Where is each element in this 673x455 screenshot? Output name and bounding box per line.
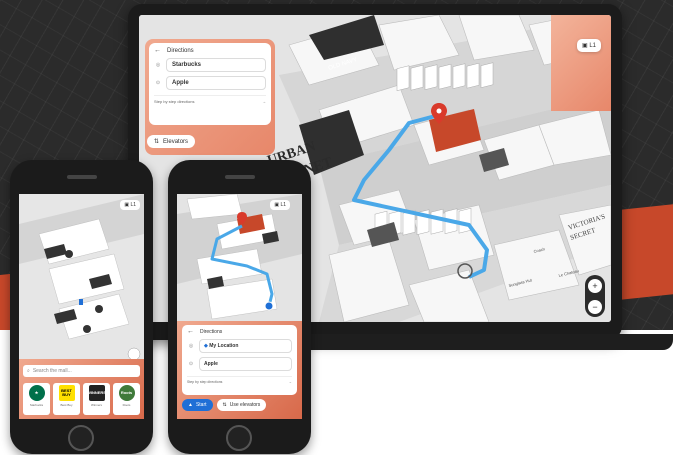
layers-icon: ▣ [581, 43, 588, 49]
zoom-in-button[interactable]: + [588, 278, 602, 293]
my-location-dot [264, 301, 274, 311]
store-caption: Roots [122, 403, 131, 407]
level-label: L1 [589, 43, 596, 49]
elevators-button[interactable]: ⇅ Elevators [147, 135, 196, 148]
origin-input[interactable]: ◆ My Location [199, 339, 292, 353]
store-caption: Best Buy [60, 403, 73, 407]
back-arrow-icon[interactable]: ← [154, 47, 161, 54]
home-button[interactable] [68, 425, 94, 451]
origin-dot-icon: ◎ [155, 62, 161, 68]
phone-right-frame: ▣ L1 ← Directions ◎ ◆ My Location ⊙ Appl… [168, 160, 311, 454]
phone-left-screen: ▣ L1 ⌕ Search the mall... ★ Starbucks BE… [19, 194, 144, 419]
directions-title: Directions [167, 47, 194, 54]
featured-store-card[interactable]: ★ Starbucks [23, 383, 50, 415]
best-buy-logo: BEST BUY [58, 385, 75, 401]
phone-left-level-button[interactable]: ▣ L1 [120, 200, 140, 210]
back-arrow-icon[interactable]: ← [187, 328, 194, 335]
starbucks-logo: ★ [28, 385, 45, 401]
origin-input[interactable]: Starbucks [166, 58, 266, 72]
level-label: L1 [130, 202, 136, 208]
search-input[interactable]: ⌕ Search the mall... [23, 365, 140, 377]
phone-right-screen: ▣ L1 ← Directions ◎ ◆ My Location ⊙ Appl… [177, 194, 302, 419]
store-caption: Winners [90, 403, 102, 407]
phone-right-level-button[interactable]: ▣ L1 [270, 200, 290, 210]
chevron-right-icon: → [288, 380, 293, 384]
destination-dot-icon: ⊙ [155, 80, 161, 86]
winners-logo: WINNERS [87, 385, 106, 401]
phone-speaker [225, 175, 255, 179]
start-button[interactable]: ▲ Start [182, 399, 213, 411]
featured-store-card[interactable]: BEST BUY Best Buy [53, 383, 80, 415]
directions-title: Directions [200, 328, 223, 335]
destination-dot-icon: ⊙ [188, 361, 194, 367]
destination-input[interactable]: Apple [166, 76, 266, 90]
phone-left-frame: ▣ L1 ⌕ Search the mall... ★ Starbucks BE… [10, 160, 153, 454]
step-by-step-label: Step by step directions [187, 380, 223, 384]
zoom-controls: + − [585, 275, 605, 317]
laptop-directions-card: ← Directions ◎ Starbucks ⊙ Apple Step by… [149, 43, 271, 125]
my-location-icon: ◆ [204, 343, 208, 349]
laptop-map-accent [551, 15, 611, 111]
store-caption: Starbucks [29, 403, 44, 407]
featured-store-card[interactable]: Roots Roots [113, 383, 140, 415]
layers-icon: ▣ [124, 202, 130, 208]
laptop-base [270, 334, 673, 350]
search-icon: ⌕ [27, 368, 30, 374]
use-elevators-button[interactable]: ⇅ Use elevators [216, 399, 267, 411]
level-selector-button[interactable]: ▣ L1 [576, 39, 601, 52]
featured-stores: ★ Starbucks BEST BUY Best Buy WINNERS Wi… [23, 383, 140, 415]
origin-dot-icon: ◎ [188, 343, 194, 349]
chevron-right-icon: → [262, 99, 266, 104]
zoom-out-button[interactable]: − [588, 299, 602, 314]
phone-right-directions-card: ← Directions ◎ ◆ My Location ⊙ Apple Ste… [182, 325, 297, 395]
home-button[interactable] [226, 425, 252, 451]
elevators-label: Elevators [163, 138, 189, 145]
laptop-directions-panel: ← Directions ◎ Starbucks ⊙ Apple Step by… [145, 39, 275, 155]
layers-icon: ▣ [274, 202, 280, 208]
use-elevators-label: Use elevators [229, 402, 261, 408]
roots-logo: Roots [118, 385, 135, 401]
elevator-icon: ⇅ [154, 139, 160, 145]
elevator-icon: ⇅ [222, 402, 227, 408]
phone-right-actions: ▲ Start ⇅ Use elevators [182, 399, 267, 411]
step-by-step-directions-link[interactable]: Step by step directions → [154, 95, 266, 104]
phone-speaker [67, 175, 97, 179]
level-label: L1 [280, 202, 286, 208]
step-by-step-directions-link[interactable]: Step by step directions → [187, 376, 292, 384]
destination-input[interactable]: Apple [199, 357, 292, 371]
start-label: Start [195, 402, 207, 408]
navigation-icon: ▲ [188, 402, 193, 408]
step-by-step-label: Step by step directions [154, 99, 195, 104]
featured-store-card[interactable]: WINNERS Winners [83, 383, 110, 415]
search-placeholder: Search the mall... [32, 368, 72, 374]
origin-value: My Location [209, 343, 239, 349]
